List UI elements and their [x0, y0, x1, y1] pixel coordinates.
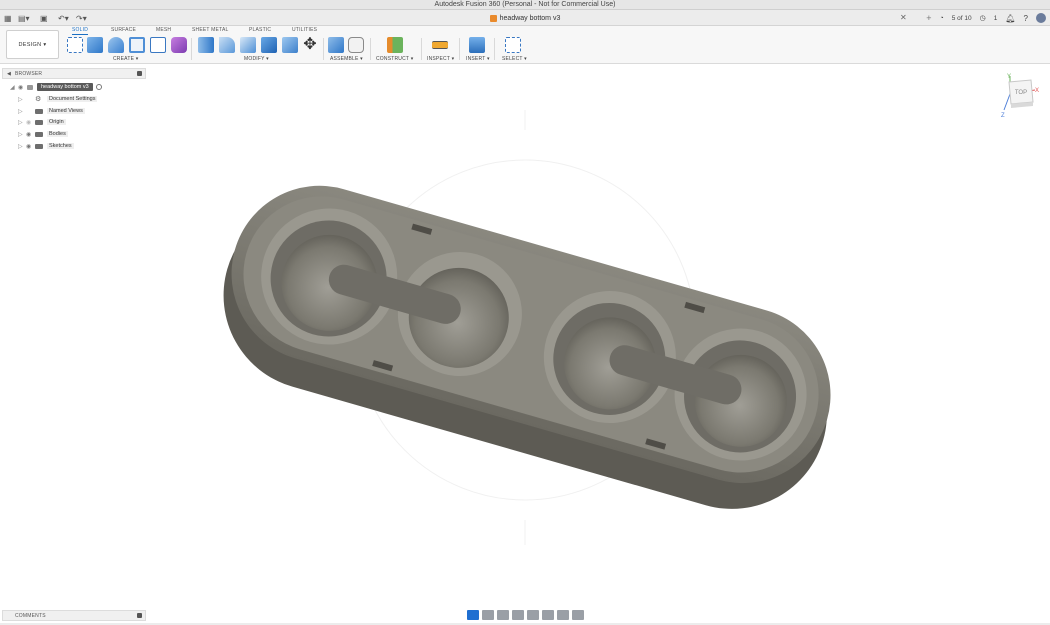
- construct-menu[interactable]: CONSTRUCT ▾: [376, 56, 413, 62]
- extrude-icon[interactable]: [87, 37, 103, 53]
- job-status-icon[interactable]: ◔: [940, 15, 944, 22]
- toolbar-divider: [323, 38, 324, 60]
- toolbar-divider: [191, 38, 192, 60]
- rectangle-pattern-icon[interactable]: [150, 37, 166, 53]
- toolbar-divider: [459, 38, 460, 60]
- modify-menu[interactable]: MODIFY ▾: [244, 56, 269, 62]
- display-settings-icon[interactable]: [542, 610, 554, 620]
- new-component-icon[interactable]: [328, 37, 344, 53]
- toolbar-divider: [370, 38, 371, 60]
- redo-icon[interactable]: ↷▾: [76, 13, 87, 23]
- tab-plastic[interactable]: PLASTIC: [249, 27, 271, 33]
- comments-title: COMMENTS: [15, 613, 46, 619]
- tab-utilities[interactable]: UTILITIES: [292, 27, 317, 33]
- clock-icon[interactable]: ◷: [980, 14, 986, 22]
- model-body[interactable]: [201, 164, 853, 531]
- undo-icon[interactable]: ↶▾: [58, 13, 69, 23]
- construct-menu-label: CONSTRUCT: [376, 56, 410, 62]
- viewcube-face-label: TOP: [1015, 90, 1027, 96]
- x-axis-label: X: [1035, 88, 1039, 94]
- tab-bar: ▦ ▤▾ ▣ ↶▾ ↷▾ headway bottom v3 ✕ + ◔ 5 o…: [0, 10, 1050, 26]
- insert-image-icon[interactable]: [469, 37, 485, 53]
- create-menu-label: CREATE: [113, 56, 135, 62]
- window-select-icon[interactable]: [505, 37, 521, 53]
- shell-icon[interactable]: [261, 37, 277, 53]
- header-right-tools: + ◔ 5 of 10 ◷ 1 🔔︎ ?: [922, 10, 1050, 26]
- select-menu[interactable]: SELECT ▾: [502, 56, 527, 62]
- file-menu-icon[interactable]: ▤▾: [18, 13, 30, 23]
- comments-panel-header[interactable]: COMMENTS: [2, 610, 146, 621]
- measure-icon[interactable]: [432, 41, 448, 49]
- page-counter[interactable]: 5 of 10: [952, 15, 972, 22]
- window-title: Autodesk Fusion 360 (Personal - Not for …: [434, 1, 616, 8]
- fusion-360-window: Autodesk Fusion 360 (Personal - Not for …: [0, 0, 1050, 625]
- revolve-icon[interactable]: [108, 37, 124, 53]
- orbit-icon[interactable]: [467, 610, 479, 620]
- navigation-bar: [467, 609, 587, 621]
- joint-icon[interactable]: [348, 37, 364, 53]
- workspace-label: DESIGN: [18, 41, 42, 48]
- insert-menu[interactable]: INSERT ▾: [466, 56, 490, 62]
- combine-icon[interactable]: [282, 37, 298, 53]
- z-axis-label: Z: [1001, 113, 1005, 119]
- look-at-icon[interactable]: [482, 610, 494, 620]
- tab-mesh[interactable]: MESH: [156, 27, 171, 33]
- title-bar: Autodesk Fusion 360 (Personal - Not for …: [0, 0, 1050, 10]
- modify-menu-label: MODIFY: [244, 56, 265, 62]
- new-tab-icon[interactable]: +: [926, 13, 931, 23]
- pan-hand-icon[interactable]: [497, 610, 509, 620]
- document-tab-label: headway bottom v3: [499, 14, 561, 22]
- workspace-switcher[interactable]: DESIGN ▾: [6, 30, 59, 59]
- avatar[interactable]: [1036, 13, 1046, 23]
- create-sketch-icon[interactable]: [67, 37, 83, 53]
- save-icon[interactable]: ▣: [40, 13, 48, 23]
- zoom-window-icon[interactable]: [527, 610, 539, 620]
- pin-icon[interactable]: [137, 613, 142, 618]
- document-tab: headway bottom v3: [0, 10, 1050, 26]
- assemble-menu-label: ASSEMBLE: [330, 56, 359, 62]
- assemble-menu[interactable]: ASSEMBLE ▾: [330, 56, 363, 62]
- offset-plane-icon[interactable]: [387, 37, 403, 53]
- form-icon[interactable]: [171, 37, 187, 53]
- insert-menu-label: INSERT: [466, 56, 486, 62]
- tab-solid[interactable]: SOLID: [72, 27, 89, 35]
- toolbar-divider: [421, 38, 422, 60]
- inspect-menu-label: INSPECT: [427, 56, 450, 62]
- viewcube[interactable]: TOP Y X Z: [1001, 72, 1041, 120]
- move-icon[interactable]: ✥: [302, 37, 318, 53]
- bell-icon[interactable]: 🔔︎: [1005, 14, 1015, 23]
- press-pull-icon[interactable]: [198, 37, 214, 53]
- zoom-icon[interactable]: [512, 610, 524, 620]
- create-menu[interactable]: CREATE ▾: [113, 56, 138, 62]
- ribbon-toolbar: DESIGN ▾ SOLID SURFACE MESH SHEET METAL …: [0, 26, 1050, 64]
- y-axis-label: Y: [1007, 74, 1011, 80]
- notification-count[interactable]: 1: [994, 15, 998, 22]
- select-menu-label: SELECT: [502, 56, 523, 62]
- viewports-icon[interactable]: [572, 610, 584, 620]
- chevron-down-icon: ▾: [43, 41, 47, 48]
- hole-icon[interactable]: [129, 37, 145, 53]
- app-grid-icon[interactable]: ▦: [4, 13, 12, 23]
- chamfer-icon[interactable]: [240, 37, 256, 53]
- tab-sheet-metal[interactable]: SHEET METAL: [192, 27, 228, 33]
- fillet-icon[interactable]: [219, 37, 235, 53]
- document-cube-icon: [489, 14, 497, 22]
- 3d-viewport[interactable]: [0, 65, 1050, 605]
- close-tab-icon[interactable]: ✕: [900, 13, 907, 22]
- tab-surface[interactable]: SURFACE: [111, 27, 136, 33]
- inspect-menu[interactable]: INSPECT ▾: [427, 56, 454, 62]
- grid-settings-icon[interactable]: [557, 610, 569, 620]
- help-icon[interactable]: ?: [1024, 14, 1028, 23]
- toolbar-divider: [494, 38, 495, 60]
